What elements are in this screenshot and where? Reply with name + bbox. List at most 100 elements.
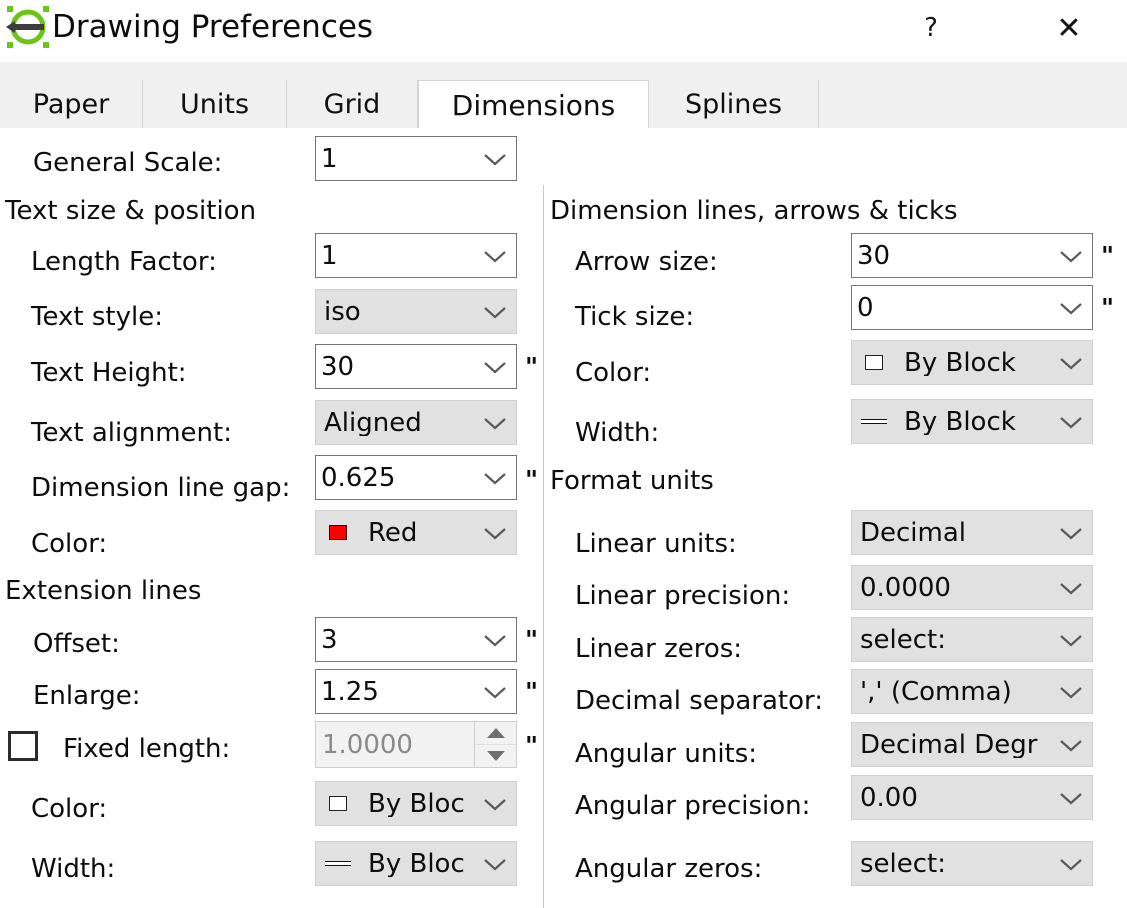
tab-paper[interactable]: Paper [0, 80, 143, 128]
color-swatch-icon [316, 511, 360, 554]
chevron-down-icon[interactable] [1050, 842, 1092, 885]
combo-angular-units[interactable]: Decimal Degr [851, 722, 1093, 767]
combo-general-scale[interactable]: 1 [315, 136, 517, 181]
combo-general-scale-value: 1 [321, 145, 338, 172]
combo-text-style[interactable]: iso [315, 289, 517, 334]
group-title-extension-lines: Extension lines [5, 576, 202, 606]
combo-decimal-separator-value: ',' (Comma) [860, 678, 1012, 705]
combo-dimension-line-gap[interactable]: 0.625 [315, 455, 517, 500]
label-linear-precision: Linear precision: [575, 581, 791, 611]
unit-tick-size: " [1101, 293, 1115, 322]
combo-tick-size-value: 0 [857, 294, 874, 321]
chevron-down-icon[interactable] [1050, 776, 1092, 819]
chevron-down-icon[interactable] [1050, 670, 1092, 713]
chevron-down-icon[interactable] [474, 670, 516, 713]
close-button[interactable]: ✕ [1038, 0, 1100, 56]
combo-text-color[interactable]: Red [315, 510, 517, 555]
chevron-down-icon[interactable] [474, 842, 516, 885]
chevron-down-icon[interactable] [1050, 511, 1092, 554]
combo-text-height[interactable]: 30 [315, 344, 517, 389]
spinner-buttons[interactable] [474, 722, 516, 767]
drawing-app-icon [6, 5, 50, 49]
combo-text-style-value: iso [324, 298, 361, 325]
combo-length-factor[interactable]: 1 [315, 233, 517, 278]
label-linear-zeros: Linear zeros: [575, 634, 743, 664]
chevron-down-icon[interactable] [474, 234, 516, 277]
combo-tick-size[interactable]: 0 [851, 285, 1093, 330]
combo-decimal-separator[interactable]: ',' (Comma) [851, 669, 1093, 714]
tab-bar: Paper Units Grid Dimensions Splines [0, 62, 1127, 129]
unit-text-height: " [525, 352, 539, 381]
combo-linear-units[interactable]: Decimal [851, 510, 1093, 555]
chevron-down-icon[interactable] [1050, 400, 1092, 443]
combo-linear-zeros[interactable]: select: [851, 617, 1093, 662]
combo-offset-value: 3 [321, 626, 338, 653]
combo-dimension-color-value: By Block [904, 349, 1016, 376]
chevron-down-icon[interactable] [474, 137, 516, 180]
spinner-up-button[interactable] [475, 722, 516, 745]
dimensions-panel: General Scale: 1 Text size & position Le… [0, 128, 1127, 908]
combo-angular-precision[interactable]: 0.00 [851, 775, 1093, 820]
combo-arrow-size[interactable]: 30 [851, 233, 1093, 278]
combo-text-alignment[interactable]: Aligned [315, 400, 517, 445]
title-bar: Drawing Preferences ? ✕ [0, 0, 1127, 62]
combo-text-color-value: Red [368, 519, 418, 546]
label-general-scale: General Scale: [33, 148, 223, 178]
chevron-down-icon[interactable] [474, 290, 516, 333]
checkbox-fixed-length[interactable] [8, 731, 38, 761]
combo-angular-zeros-value: select: [860, 850, 947, 877]
combo-linear-precision-value: 0.0000 [860, 574, 951, 601]
combo-extension-color[interactable]: By Bloc [315, 781, 517, 826]
spinner-fixed-length[interactable]: 1.0000 [315, 721, 517, 768]
label-length-factor: Length Factor: [31, 247, 217, 277]
combo-linear-precision[interactable]: 0.0000 [851, 565, 1093, 610]
group-title-format-units: Format units [550, 466, 714, 496]
spinner-fixed-length-value: 1.0000 [322, 729, 413, 760]
tab-splines[interactable]: Splines [649, 80, 819, 128]
chevron-down-icon[interactable] [474, 456, 516, 499]
tab-units[interactable]: Units [143, 80, 287, 128]
chevron-down-icon[interactable] [1050, 723, 1092, 766]
combo-dimension-color[interactable]: By Block [851, 340, 1093, 385]
chevron-down-icon[interactable] [474, 401, 516, 444]
chevron-down-icon[interactable] [474, 511, 516, 554]
chevron-down-icon[interactable] [1050, 618, 1092, 661]
label-dimension-color: Color: [575, 358, 652, 388]
combo-angular-precision-value: 0.00 [860, 784, 918, 811]
chevron-down-icon[interactable] [474, 782, 516, 825]
label-linear-units: Linear units: [575, 529, 737, 559]
window-title: Drawing Preferences [52, 9, 374, 45]
combo-angular-zeros[interactable]: select: [851, 841, 1093, 886]
chevron-down-icon[interactable] [1050, 566, 1092, 609]
column-divider [543, 185, 544, 908]
chevron-down-icon[interactable] [1050, 286, 1092, 329]
label-decimal-separator: Decimal separator: [575, 686, 823, 716]
combo-linear-zeros-value: select: [860, 626, 947, 653]
color-swatch-icon [852, 341, 896, 384]
chevron-down-icon[interactable] [1050, 341, 1092, 384]
label-enlarge: Enlarge: [33, 681, 141, 711]
help-button[interactable]: ? [900, 0, 962, 56]
group-title-dimension-lines: Dimension lines, arrows & ticks [550, 196, 958, 226]
combo-offset[interactable]: 3 [315, 617, 517, 662]
combo-length-factor-value: 1 [321, 242, 338, 269]
combo-enlarge[interactable]: 1.25 [315, 669, 517, 714]
chevron-down-icon[interactable] [474, 618, 516, 661]
combo-enlarge-value: 1.25 [321, 678, 379, 705]
spinner-down-button[interactable] [475, 744, 516, 767]
combo-dimension-width[interactable]: By Block [851, 399, 1093, 444]
combo-arrow-size-value: 30 [857, 242, 891, 269]
combo-text-alignment-value: Aligned [324, 409, 422, 436]
line-swatch-icon [316, 842, 360, 885]
label-text-color: Color: [31, 529, 108, 559]
chevron-down-icon[interactable] [474, 345, 516, 388]
combo-extension-color-value: By Bloc [368, 790, 465, 817]
tab-dimensions[interactable]: Dimensions [418, 80, 649, 129]
unit-offset: " [525, 625, 539, 654]
unit-arrow-size: " [1101, 241, 1115, 270]
label-extension-color: Color: [31, 794, 108, 824]
tab-grid[interactable]: Grid [287, 80, 418, 128]
combo-extension-width[interactable]: By Bloc [315, 841, 517, 886]
chevron-down-icon[interactable] [1050, 234, 1092, 277]
label-dimension-width: Width: [575, 418, 660, 448]
